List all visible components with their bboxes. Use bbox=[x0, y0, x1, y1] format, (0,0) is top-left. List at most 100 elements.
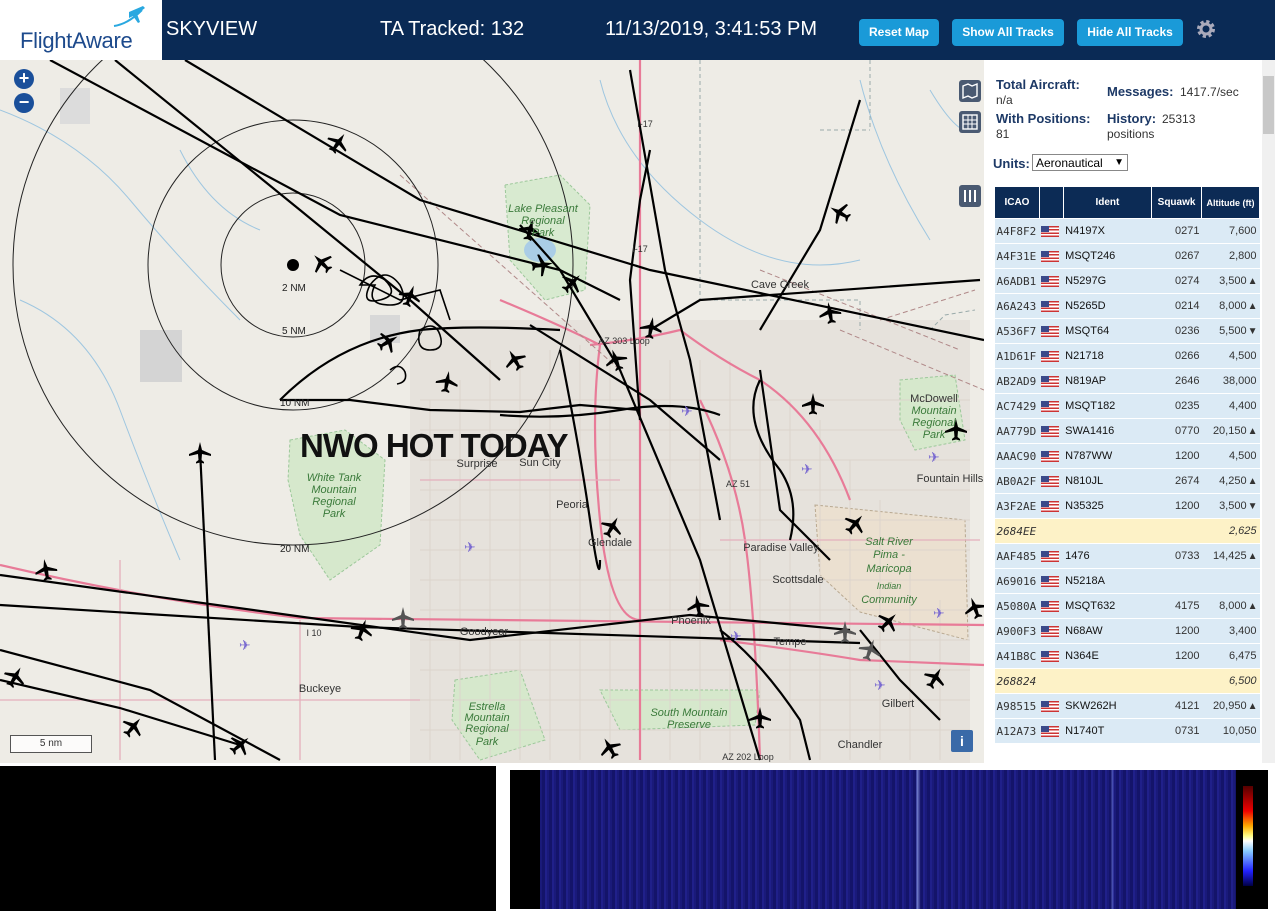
altitude-value: 4,400 bbox=[1228, 400, 1257, 412]
table-row[interactable]: 2684EE 2,625 bbox=[994, 518, 1260, 544]
table-row[interactable]: A4F8F2 N4197X 0271 7,600 bbox=[994, 218, 1260, 244]
flag-cell bbox=[1039, 668, 1064, 694]
logo-plane-icon bbox=[113, 6, 145, 27]
table-row[interactable]: A12A73 N1740T 0731 10,050 bbox=[994, 718, 1260, 744]
svg-text:✈: ✈ bbox=[801, 461, 813, 477]
messages-value: 1417.7/sec bbox=[1180, 85, 1239, 99]
columns-icon[interactable] bbox=[959, 185, 981, 207]
table-row[interactable]: A900F3 N68AW 1200 3,400 bbox=[994, 618, 1260, 644]
map-place-label: Lake Pleasant bbox=[508, 203, 579, 215]
map-place-label: Park bbox=[532, 227, 555, 239]
squawk-cell: 0770 bbox=[1151, 418, 1202, 444]
map-place-label: Paradise Valley bbox=[743, 542, 819, 554]
icao-cell: A98515 bbox=[994, 693, 1040, 719]
icao-cell: A12A73 bbox=[994, 718, 1040, 744]
table-row[interactable]: A98515 SKW262H 4121 20,950▲ bbox=[994, 693, 1260, 719]
svg-text:✈: ✈ bbox=[464, 539, 476, 555]
table-row[interactable]: AB2AD9 N819AP 2646 38,000 bbox=[994, 368, 1260, 394]
map-place-label: Peoria bbox=[556, 499, 589, 511]
hide-all-tracks-button[interactable]: Hide All Tracks bbox=[1077, 19, 1183, 46]
table-row[interactable]: A1D61F N21718 0266 4,500 bbox=[994, 343, 1260, 369]
column-header-squawk[interactable]: Squawk bbox=[1151, 186, 1202, 219]
map-place-label: South Mountain bbox=[650, 707, 727, 719]
map-place-label: Preserve bbox=[667, 719, 711, 731]
altitude-cell: 20,150▲ bbox=[1201, 418, 1260, 444]
altitude-value: 20,950 bbox=[1212, 700, 1247, 712]
map-place-label: Gilbert bbox=[882, 698, 914, 710]
scale-bar: 5 nm bbox=[10, 735, 92, 753]
altitude-cell: 20,950▲ bbox=[1201, 693, 1260, 719]
map-layers-icon[interactable] bbox=[959, 80, 981, 102]
map-place-label: Regional bbox=[912, 417, 956, 429]
altitude-value: 6,500 bbox=[1228, 675, 1257, 687]
svg-text:✈: ✈ bbox=[874, 677, 886, 693]
icao-cell: A6ADB1 bbox=[994, 268, 1040, 294]
table-row[interactable]: AAF485 1476 0733 14,425▲ bbox=[994, 543, 1260, 569]
units-select[interactable]: Aeronautical ▼ bbox=[1032, 154, 1128, 171]
table-row[interactable]: A41B8C N364E 1200 6,475 bbox=[994, 643, 1260, 669]
table-row[interactable]: A6ADB1 N5297G 0274 3,500▲ bbox=[994, 268, 1260, 294]
map-place-label: Regional bbox=[312, 496, 356, 508]
sidebar-scrollbar[interactable] bbox=[1262, 60, 1275, 763]
squawk-cell: 0214 bbox=[1151, 293, 1202, 319]
column-header-altitude[interactable]: Altitude (ft) bbox=[1200, 186, 1261, 219]
zoom-out-icon[interactable]: − bbox=[14, 93, 34, 113]
flightaware-logo[interactable]: FlightAware bbox=[0, 0, 162, 60]
map-place-label: McDowell bbox=[910, 393, 958, 405]
table-row[interactable]: A6A243 N5265D 0214 8,000▲ bbox=[994, 293, 1260, 319]
column-header-icao[interactable]: ICAO bbox=[994, 186, 1040, 219]
column-header-ident[interactable]: Ident bbox=[1062, 186, 1153, 219]
map-canvas[interactable]: ✈ ✈ ✈ ✈ ✈ ✈ ✈ ✈ Lake PleasantRegionalPar… bbox=[0, 60, 984, 763]
icao-cell: 268824 bbox=[994, 668, 1040, 694]
table-row[interactable]: A536F7 MSQT64 0236 5,500▼ bbox=[994, 318, 1260, 344]
map-place-label: Regional bbox=[465, 723, 509, 735]
table-row[interactable]: A69016 N5218A bbox=[994, 568, 1260, 594]
info-icon[interactable]: i bbox=[951, 730, 973, 752]
sidebar-scroll-thumb[interactable] bbox=[1263, 76, 1274, 134]
table-row[interactable]: AC7429 MSQT182 0235 4,400 bbox=[994, 393, 1260, 419]
icao-cell: AC7429 bbox=[994, 393, 1040, 419]
map-place-label: Regional bbox=[521, 215, 565, 227]
icao-cell: A4F8F2 bbox=[994, 218, 1040, 244]
tracked-count: TA Tracked: 132 bbox=[380, 18, 525, 40]
zoom-in-icon[interactable]: + bbox=[14, 69, 34, 89]
altitude-value: 5,500 bbox=[1219, 325, 1247, 337]
altitude-trend-icon: ▲ bbox=[1247, 701, 1258, 712]
altitude-cell: 38,000 bbox=[1201, 368, 1260, 394]
table-row[interactable]: A5080A MSQT632 4175 8,000▲ bbox=[994, 593, 1260, 619]
range-label: 20 NM bbox=[280, 544, 309, 555]
map-place-label: AZ 303 Loop bbox=[598, 336, 650, 346]
table-row[interactable]: A4F31E MSQT246 0267 2,800 bbox=[994, 243, 1260, 269]
svg-text:✈: ✈ bbox=[730, 628, 742, 644]
with-positions-label: With Positions: bbox=[996, 111, 1091, 126]
altitude-cell: 4,250▲ bbox=[1201, 468, 1260, 494]
units-label: Units: bbox=[993, 156, 1030, 171]
grid-icon[interactable] bbox=[959, 111, 981, 133]
squawk-cell: 0267 bbox=[1151, 243, 1202, 269]
table-row[interactable]: AAAC90 N787WW 1200 4,500 bbox=[994, 443, 1260, 469]
flag-cell bbox=[1039, 293, 1064, 319]
flag-cell bbox=[1039, 593, 1064, 619]
gear-icon[interactable] bbox=[1195, 18, 1217, 40]
map-view[interactable]: ✈ ✈ ✈ ✈ ✈ ✈ ✈ ✈ Lake Pleasant Regional Par… bbox=[0, 60, 984, 763]
ident-cell: SKW262H bbox=[1063, 693, 1152, 719]
table-row[interactable]: A3F2AE N35325 1200 3,500▼ bbox=[994, 493, 1260, 519]
altitude-value: 7,600 bbox=[1228, 225, 1257, 237]
us-flag-icon bbox=[1041, 225, 1060, 237]
app-name: SKYVIEW bbox=[166, 18, 258, 40]
table-row[interactable]: 268824 6,500 bbox=[994, 668, 1260, 694]
altitude-cell: 6,475 bbox=[1201, 643, 1260, 669]
icao-cell: AAAC90 bbox=[994, 443, 1040, 469]
map-place-label: Goodyear bbox=[460, 626, 509, 638]
squawk-cell: 0731 bbox=[1151, 718, 1202, 744]
table-row[interactable]: AB0A2F N810JL 2674 4,250▲ bbox=[994, 468, 1260, 494]
chevron-down-icon: ▼ bbox=[1114, 157, 1124, 168]
table-row[interactable]: AA779D SWA1416 0770 20,150▲ bbox=[994, 418, 1260, 444]
icao-cell: 2684EE bbox=[994, 518, 1040, 544]
icao-cell: A6A243 bbox=[994, 293, 1040, 319]
show-all-tracks-button[interactable]: Show All Tracks bbox=[952, 19, 1064, 46]
reset-map-button[interactable]: Reset Map bbox=[859, 19, 939, 46]
altitude-value: 3,500 bbox=[1219, 275, 1247, 287]
altitude-value: 8,000 bbox=[1219, 600, 1247, 612]
table-header-row: ICAO Ident Squawk Altitude (ft) bbox=[994, 186, 1261, 219]
